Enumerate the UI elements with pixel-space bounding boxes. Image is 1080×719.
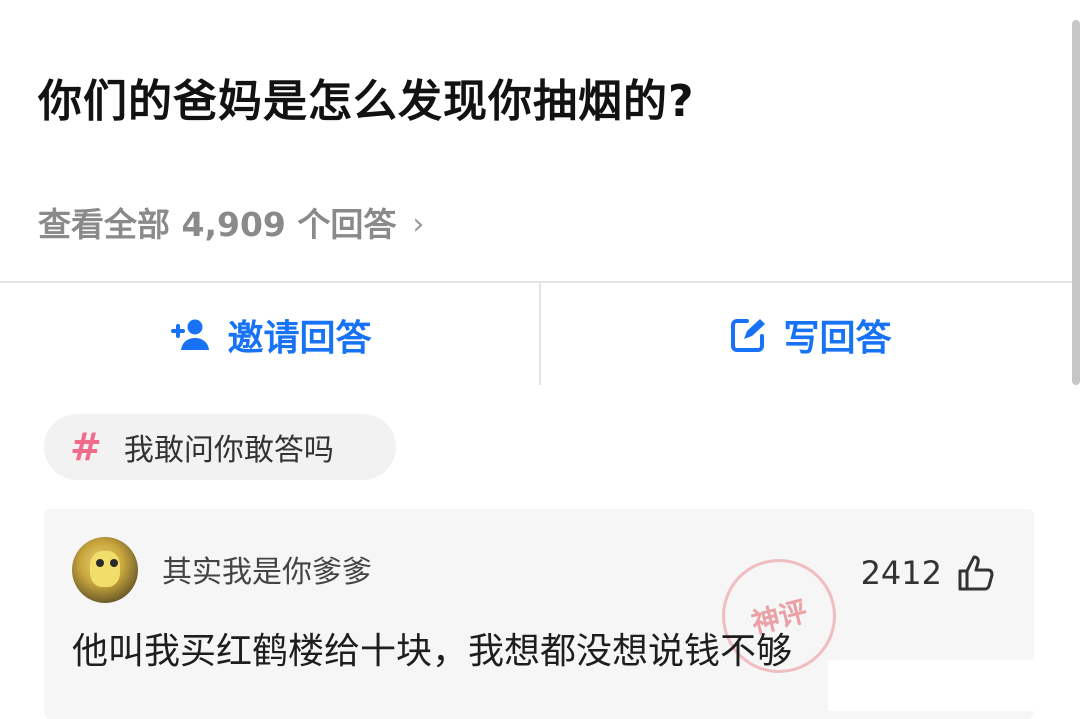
view-all-answers-link[interactable]: 查看全部 4,909 个回答 › bbox=[38, 202, 424, 248]
thumbs-up-icon[interactable] bbox=[956, 553, 996, 593]
avatar[interactable] bbox=[72, 537, 138, 603]
view-all-label: 查看全部 4,909 个回答 bbox=[38, 205, 397, 244]
invite-answer-label: 邀请回答 bbox=[227, 318, 372, 359]
write-answer-button[interactable]: 写回答 bbox=[541, 300, 1080, 370]
avatar-face bbox=[90, 551, 120, 587]
hash-icon: # bbox=[70, 425, 102, 469]
topic-tag-label: 我敢问你敢答吗 bbox=[123, 433, 334, 468]
invite-answer-button[interactable]: 邀请回答 bbox=[0, 300, 539, 370]
scrollbar[interactable] bbox=[1072, 20, 1080, 385]
comment-username[interactable]: 其实我是你爹爹 bbox=[162, 553, 372, 593]
question-title: 你们的爸妈是怎么发现你抽烟的? bbox=[38, 76, 695, 127]
topic-tag[interactable]: # 我敢问你敢答吗 bbox=[44, 414, 396, 480]
avatar-eye bbox=[96, 559, 104, 567]
write-answer-label: 写回答 bbox=[783, 318, 892, 359]
chevron-right-icon: › bbox=[412, 207, 425, 242]
avatar-eye bbox=[110, 559, 118, 567]
comment-text: 他叫我买红鹤楼给十块，我想都没想说钱不够 bbox=[72, 631, 793, 672]
add-user-icon bbox=[171, 319, 210, 350]
watermark-cover bbox=[828, 660, 1080, 711]
edit-icon bbox=[731, 319, 766, 352]
like-count: 2412 bbox=[860, 554, 942, 592]
